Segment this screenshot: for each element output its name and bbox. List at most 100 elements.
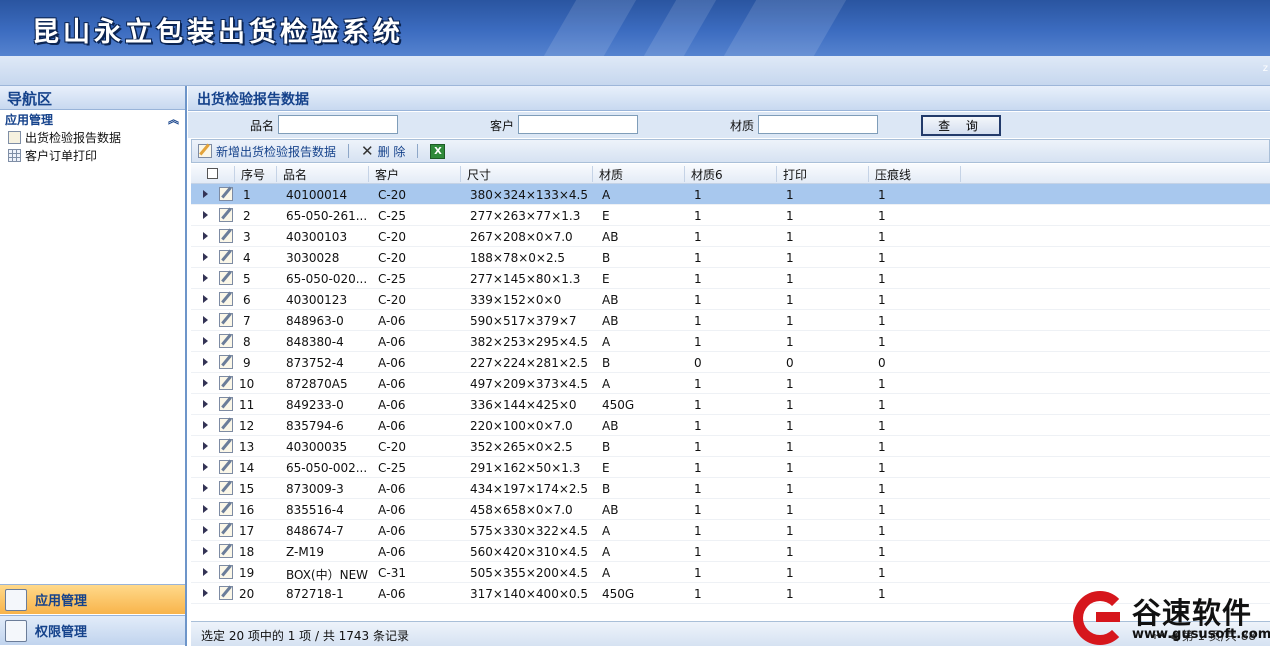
expand-arrow-icon[interactable] (203, 526, 208, 534)
material-label: 材质 (730, 119, 755, 133)
edit-icon[interactable] (219, 565, 233, 579)
table-cell: C-25 (378, 209, 406, 223)
material-input[interactable] (758, 115, 878, 134)
table-cell: 0 (694, 356, 702, 370)
export-excel-button[interactable]: X (430, 143, 446, 159)
table-cell: 1 (786, 440, 794, 454)
table-row[interactable]: 2 65-050-261... C-25 277×263×77×1.3 E 1 1 1 (191, 205, 1270, 226)
table-cell: 10 (239, 377, 255, 391)
table-row[interactable]: 12 835794-6 A-06 220×100×0×7.0 AB 1 1 1 (191, 415, 1270, 436)
table-cell: 1 (786, 482, 794, 496)
table-row[interactable]: 4 3030028 C-20 188×78×0×2.5 B 1 1 1 (191, 247, 1270, 268)
table-row[interactable]: 17 848674-7 A-06 575×330×322×4.5 A 1 1 1 (191, 520, 1270, 541)
edit-icon[interactable] (219, 208, 233, 222)
expand-arrow-icon[interactable] (203, 274, 208, 282)
table-row[interactable]: 16 835516-4 A-06 458×658×0×7.0 AB 1 1 1 (191, 499, 1270, 520)
expand-arrow-icon[interactable] (203, 442, 208, 450)
table-cell: 12 (239, 419, 255, 433)
app-title: 昆山永立包装出货检验系统 (32, 17, 404, 48)
expand-arrow-icon[interactable] (203, 253, 208, 261)
edit-icon[interactable] (219, 187, 233, 201)
expand-arrow-icon[interactable] (203, 400, 208, 408)
expand-arrow-icon[interactable] (203, 358, 208, 366)
edit-icon[interactable] (219, 418, 233, 432)
edit-icon[interactable] (219, 544, 233, 558)
edit-icon[interactable] (219, 439, 233, 453)
edit-icon[interactable] (219, 250, 233, 264)
customer-label: 客户 (490, 119, 515, 133)
column-header[interactable]: 打印 (776, 166, 807, 182)
nav-tab-permission-management[interactable]: 权限管理 (0, 615, 185, 645)
edit-icon[interactable] (219, 481, 233, 495)
expand-arrow-icon[interactable] (203, 337, 208, 345)
select-all-checkbox[interactable] (207, 168, 218, 179)
expand-arrow-icon[interactable] (203, 463, 208, 471)
expand-arrow-icon[interactable] (203, 547, 208, 555)
table-cell: AB (602, 503, 619, 517)
edit-icon[interactable] (219, 397, 233, 411)
table-row[interactable]: 19 BOX(中）NEW C-31 505×355×200×4.5 A 1 1 1 (191, 562, 1270, 583)
customer-input[interactable] (518, 115, 638, 134)
table-cell: 0 (786, 356, 794, 370)
edit-icon[interactable] (219, 313, 233, 327)
table-cell: 1 (878, 587, 886, 601)
table-row[interactable]: 9 873752-4 A-06 227×224×281×2.5 B 0 0 0 (191, 352, 1270, 373)
table-cell: 872718-1 (286, 587, 344, 601)
table-row[interactable]: 14 65-050-002... C-25 291×162×50×1.3 E 1 1 1 (191, 457, 1270, 478)
delete-button[interactable]: ✕ 删 除 (361, 142, 405, 160)
search-bar: 品名 客户 材质 查 询 (188, 112, 1270, 138)
table-cell: A-06 (378, 356, 406, 370)
edit-icon[interactable] (219, 292, 233, 306)
edit-icon[interactable] (219, 376, 233, 390)
collapse-icon[interactable]: ︽ (168, 111, 179, 127)
table-row[interactable]: 15 873009-3 A-06 434×197×174×2.5 B 1 1 1 (191, 478, 1270, 499)
expand-arrow-icon[interactable] (203, 190, 208, 198)
edit-icon[interactable] (219, 334, 233, 348)
edit-icon[interactable] (219, 229, 233, 243)
column-header[interactable]: 品名 (276, 166, 307, 182)
table-row[interactable]: 18 Z-M19 A-06 560×420×310×4.5 A 1 1 1 (191, 541, 1270, 562)
expand-arrow-icon[interactable] (203, 568, 208, 576)
table-row[interactable]: 10 872870A5 A-06 497×209×373×4.5 A 1 1 1 (191, 373, 1270, 394)
nav-item-inspection-report[interactable]: 出货检验报告数据 (0, 128, 185, 146)
column-header[interactable]: 序号 (234, 166, 265, 182)
table-row[interactable]: 5 65-050-020... C-25 277×145×80×1.3 E 1 1 1 (191, 268, 1270, 289)
expand-arrow-icon[interactable] (203, 379, 208, 387)
expand-arrow-icon[interactable] (203, 295, 208, 303)
name-input[interactable] (278, 115, 398, 134)
edit-icon[interactable] (219, 460, 233, 474)
column-header[interactable]: 材质 (592, 166, 623, 182)
table-row[interactable]: 1 40100014 C-20 380×324×133×4.5 A 1 1 1 (191, 184, 1270, 205)
edit-icon[interactable] (219, 586, 233, 600)
add-report-button[interactable]: 新增出货检验报告数据 (198, 143, 336, 160)
nav-section-app-management[interactable]: 应用管理 ︽ (0, 110, 185, 128)
column-header[interactable]: 材质6 (684, 166, 723, 182)
table-cell: C-31 (378, 566, 406, 580)
table-row[interactable]: 6 40300123 C-20 339×152×0×0 AB 1 1 1 (191, 289, 1270, 310)
expand-arrow-icon[interactable] (203, 316, 208, 324)
edit-icon[interactable] (219, 355, 233, 369)
table-row[interactable]: 13 40300035 C-20 352×265×0×2.5 B 1 1 1 (191, 436, 1270, 457)
edit-icon[interactable] (219, 271, 233, 285)
table-row[interactable]: 7 848963-0 A-06 590×517×379×7 AB 1 1 1 (191, 310, 1270, 331)
add-icon (198, 144, 212, 158)
nav-item-order-print[interactable]: 客户订单打印 (0, 146, 185, 164)
expand-arrow-icon[interactable] (203, 211, 208, 219)
edit-icon[interactable] (219, 523, 233, 537)
column-header[interactable]: 尺寸 (460, 166, 491, 182)
table-row[interactable]: 8 848380-4 A-06 382×253×295×4.5 A 1 1 1 (191, 331, 1270, 352)
column-header[interactable]: 客户 (368, 166, 399, 182)
nav-tab-app-management[interactable]: 应用管理 (0, 584, 185, 614)
column-header[interactable]: 压痕线 (868, 166, 911, 182)
table-cell: 1 (878, 272, 886, 286)
expand-arrow-icon[interactable] (203, 421, 208, 429)
query-button[interactable]: 查 询 (921, 115, 1001, 136)
expand-arrow-icon[interactable] (203, 232, 208, 240)
table-row[interactable]: 11 849233-0 A-06 336×144×425×0 450G 1 1 1 (191, 394, 1270, 415)
expand-arrow-icon[interactable] (203, 484, 208, 492)
table-cell: 6 (243, 293, 251, 307)
expand-arrow-icon[interactable] (203, 589, 208, 597)
expand-arrow-icon[interactable] (203, 505, 208, 513)
edit-icon[interactable] (219, 502, 233, 516)
table-row[interactable]: 3 40300103 C-20 267×208×0×7.0 AB 1 1 1 (191, 226, 1270, 247)
